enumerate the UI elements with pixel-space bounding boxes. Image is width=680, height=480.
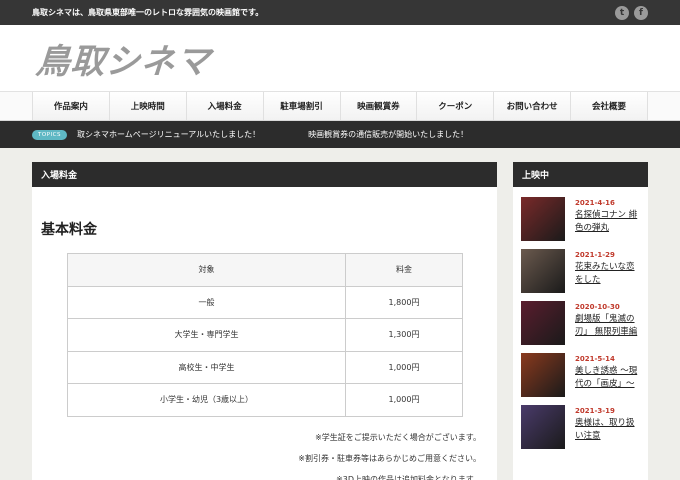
- table-header-target: 対象: [67, 253, 346, 287]
- movie-poster-image[interactable]: [521, 405, 565, 449]
- nav-item[interactable]: クーポン: [417, 92, 495, 120]
- movie-info: 2020-10-30 劇場版「鬼滅の刃」 無限列車編: [575, 301, 640, 345]
- table-cell-target: 高校生・中学生: [67, 350, 346, 384]
- topics-item[interactable]: 映画観賞券の通信販売が開始いたしました！: [308, 129, 468, 140]
- movie-date: 2021-1-29: [575, 251, 615, 259]
- note-line: ※3D上映の作品は追加料金となります。: [336, 474, 481, 480]
- movie-poster-image[interactable]: [521, 301, 565, 345]
- price-table: 対象 料金 一般 1,800円 大学生・専門学生 1,300円 高校生・中学生 1,000…: [67, 253, 463, 417]
- movie-info: 2021-4-16 名探偵コナン 緋色の弾丸: [575, 197, 640, 241]
- sidebar-title: 上映中: [513, 162, 648, 187]
- movie-poster-image[interactable]: [521, 197, 565, 241]
- movie-title-link[interactable]: 奥様は、取り扱い注意: [575, 417, 640, 443]
- movie-item[interactable]: 2021-4-16 名探偵コナン 緋色の弾丸: [513, 189, 648, 241]
- now-showing-list: 2021-4-16 名探偵コナン 緋色の弾丸 2021-1-29 花束みたいな恋をした…: [513, 187, 648, 480]
- sidebar: 上映中 2021-4-16 名探偵コナン 緋色の弾丸 2021-1-29 花束みたいな…: [513, 162, 648, 480]
- social-links: t f: [615, 5, 648, 20]
- nav-item[interactable]: 駐車場割引: [263, 92, 341, 120]
- movie-info: 2021-5-14 美しき誘惑 〜現代の「画皮」〜: [575, 353, 640, 397]
- movie-item[interactable]: 2021-5-14 美しき誘惑 〜現代の「画皮」〜: [513, 345, 648, 397]
- movie-poster-image[interactable]: [521, 353, 565, 397]
- global-nav: 作品案内 上映時間 入場料金 駐車場割引 映画観賞券 クーポン お問い合わせ 会社概要: [0, 91, 680, 121]
- table-cell-target: 大学生・専門学生: [67, 318, 346, 352]
- table-cell-price: 1,800円: [345, 285, 463, 319]
- movie-info: 2021-3-19 奥様は、取り扱い注意: [575, 405, 640, 449]
- nav-item[interactable]: 入場料金: [186, 92, 264, 120]
- movie-title-link[interactable]: 劇場版「鬼滅の刃」 無限列車編: [575, 313, 640, 339]
- topics-badge: TOPICS: [32, 129, 67, 140]
- section-title: 基本料金: [41, 222, 97, 238]
- table-row: 大学生・専門学生 1,300円: [67, 318, 463, 352]
- movie-date: 2021-3-19: [575, 407, 615, 415]
- movie-title-link[interactable]: 美しき誘惑 〜現代の「画皮」〜: [575, 365, 640, 391]
- movie-info: 2021-1-29 花束みたいな恋をした: [575, 249, 640, 293]
- nav-item[interactable]: お問い合わせ: [494, 92, 572, 120]
- nav-item[interactable]: 作品案内: [33, 92, 110, 120]
- note-line: ※学生証をご提示いただく場合がございます。: [315, 432, 481, 442]
- note-line: ※割引券・駐車券等はあらかじめご用意ください。: [298, 453, 481, 463]
- content-box: 入場料金 基本料金 対象 料金 一般 1,800円 大学生・専門学生 1,300円 高校…: [32, 162, 497, 480]
- main-area: 入場料金 基本料金 対象 料金 一般 1,800円 大学生・専門学生 1,300円 高校…: [0, 148, 680, 480]
- movie-poster-image[interactable]: [521, 249, 565, 293]
- table-cell-target: 小学生・幼児（3歳以上）: [67, 383, 346, 417]
- movie-date: 2021-4-16: [575, 199, 615, 207]
- movie-item[interactable]: 2020-10-30 劇場版「鬼滅の刃」 無限列車編: [513, 293, 648, 345]
- topics-item[interactable]: 取シネマホームページリニューアルいたしました！: [77, 129, 260, 140]
- site-tagline: 鳥取シネマは、鳥取県東部唯一のレトロな雰囲気の映画館です。: [32, 8, 264, 17]
- table-row: 一般 1,800円: [67, 285, 463, 319]
- movie-title-link[interactable]: 名探偵コナン 緋色の弾丸: [575, 209, 640, 235]
- movie-item[interactable]: 2021-3-19 奥様は、取り扱い注意: [513, 397, 648, 449]
- topics-ticker: TOPICS 取シネマホームページリニューアルいたしました！ 映画観賞券の通信販…: [0, 121, 680, 148]
- table-row: 小学生・幼児（3歳以上） 1,000円: [67, 383, 463, 417]
- twitter-icon[interactable]: t: [615, 5, 629, 20]
- movie-date: 2020-10-30: [575, 303, 620, 311]
- content-box-title: 入場料金: [32, 162, 497, 187]
- top-bar: 鳥取シネマは、鳥取県東部唯一のレトロな雰囲気の映画館です。 t f: [0, 0, 680, 25]
- notes: ※学生証をご提示いただく場合がございます。 ※割引券・駐車券等はあらかじめご用意く…: [32, 427, 497, 480]
- nav-item[interactable]: 上映時間: [109, 92, 187, 120]
- table-header-price: 料金: [345, 253, 463, 287]
- nav-item[interactable]: 映画観賞券: [340, 92, 418, 120]
- table-cell-price: 1,000円: [345, 383, 463, 417]
- site-header: 鳥取シネマ: [0, 25, 680, 91]
- movie-title-link[interactable]: 花束みたいな恋をした: [575, 261, 640, 287]
- table-cell-price: 1,000円: [345, 350, 463, 384]
- table-cell-price: 1,300円: [345, 318, 463, 352]
- table-header-row: 対象 料金: [67, 253, 463, 287]
- table-row: 高校生・中学生 1,000円: [67, 350, 463, 384]
- site-logo[interactable]: 鳥取シネマ: [34, 34, 212, 83]
- movie-date: 2021-5-14: [575, 355, 615, 363]
- nav-item[interactable]: 会社概要: [571, 92, 648, 120]
- facebook-icon[interactable]: f: [634, 5, 648, 20]
- table-cell-target: 一般: [67, 285, 346, 319]
- global-nav-list: 作品案内 上映時間 入場料金 駐車場割引 映画観賞券 クーポン お問い合わせ 会社概要: [32, 92, 648, 120]
- movie-item[interactable]: 2021-1-29 花束みたいな恋をした: [513, 241, 648, 293]
